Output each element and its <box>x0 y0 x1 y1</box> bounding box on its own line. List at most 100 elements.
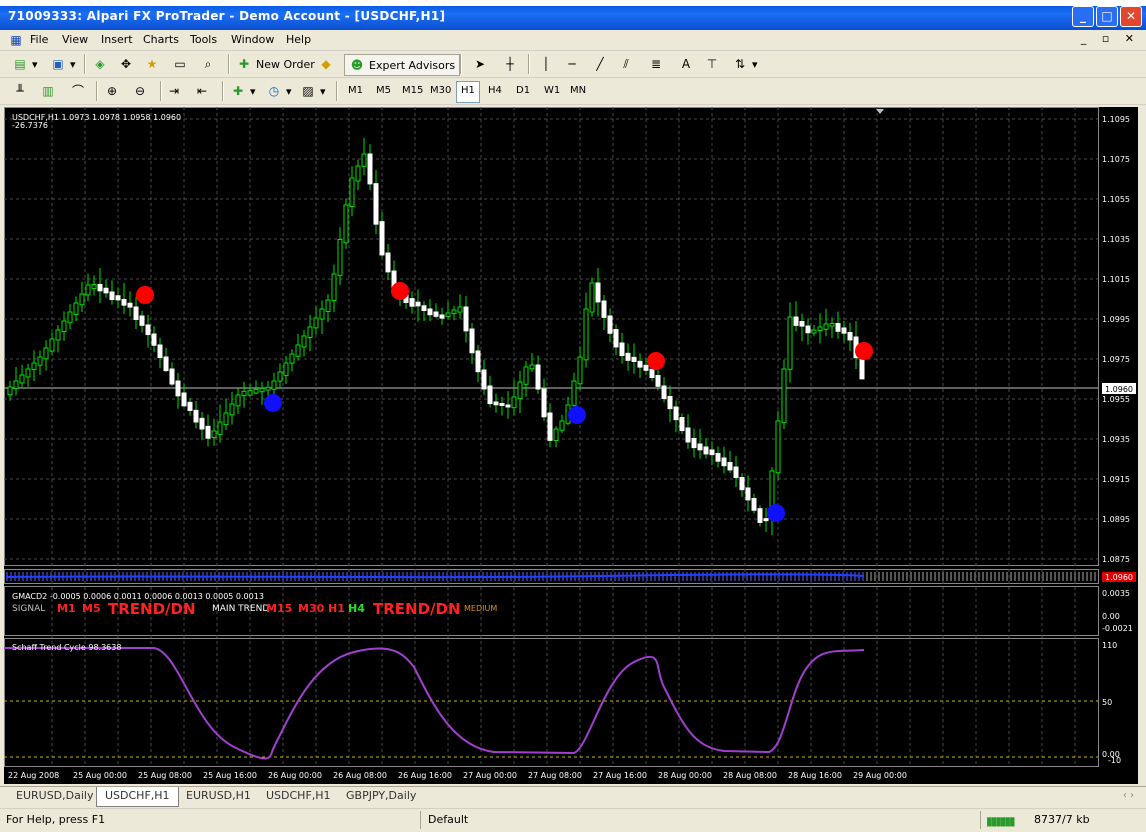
arrows-tool[interactable]: ⇅ ▾ <box>732 54 758 74</box>
vertical-line-tool[interactable]: │ <box>538 54 554 74</box>
app-icon[interactable]: ▦ <box>8 32 24 48</box>
line-chart-button[interactable]: ⌒ <box>70 81 86 101</box>
candle-body <box>847 332 853 341</box>
menu-tools[interactable]: Tools <box>190 33 217 46</box>
candle-body <box>757 508 763 523</box>
strip-bar <box>874 572 876 581</box>
candle-body <box>487 385 493 405</box>
candle-body <box>91 284 97 289</box>
market-watch-button[interactable]: ◈ <box>92 54 108 74</box>
minimize-button[interactable]: _ <box>1072 6 1094 27</box>
channel-tool[interactable]: ⫽ <box>618 54 634 74</box>
chart-canvas[interactable]: USDCHF,H1 1.0973 1.0978 1.0958 1.0960 -2… <box>4 107 1138 784</box>
candle-body <box>433 311 439 317</box>
sell-signal-dot <box>647 352 665 370</box>
strip-bar <box>662 572 664 581</box>
bar-chart-button[interactable]: ╨ <box>12 81 28 101</box>
strip-bar <box>910 572 912 581</box>
terminal-button[interactable]: ▭ <box>172 54 188 74</box>
timeframe-w1[interactable]: W1 <box>540 81 564 101</box>
candle-body <box>13 380 19 390</box>
stc-tick-neg10: -10 <box>1108 756 1121 765</box>
chart-window[interactable]: USDCHF,H1 1.0973 1.0978 1.0958 1.0960 -2… <box>4 107 1138 784</box>
strip-bar <box>986 572 988 581</box>
strip-bar <box>1058 572 1060 581</box>
mdi-controls[interactable]: _ ▫ ✕ <box>1081 32 1140 45</box>
gmacd-m30: M30 <box>298 602 325 615</box>
time-axis-label: 27 Aug 00:00 <box>463 771 517 780</box>
timeframe-m5[interactable]: M5 <box>372 81 395 101</box>
status-bar: For Help, press F1 Default ▮▮▮▮▮▮ 8737/7… <box>0 808 1146 832</box>
timeframe-m1[interactable]: M1 <box>344 81 367 101</box>
candle-body <box>481 369 487 390</box>
price-pane-border <box>4 107 1099 566</box>
text-tool[interactable]: A <box>678 54 694 74</box>
strip-bar <box>670 572 672 581</box>
timeframe-h1[interactable]: H1 <box>456 81 480 103</box>
buy-signal-dot <box>568 406 586 424</box>
menu-charts[interactable]: Charts <box>143 33 179 46</box>
price-tick: 1.0875 <box>1102 555 1130 564</box>
strip-bar <box>722 572 724 581</box>
timeframe-h4[interactable]: H4 <box>484 81 506 101</box>
strip-bar <box>990 572 992 581</box>
candlestick-button[interactable]: ▥ <box>40 81 56 101</box>
expert-advisors-button[interactable]: ☻ Expert Advisors <box>344 54 461 76</box>
menu-view[interactable]: View <box>62 33 88 46</box>
chart-shift-button[interactable]: ⇤ <box>194 81 210 101</box>
candle-body <box>139 315 145 326</box>
text-label-icon: ⊤ <box>706 57 718 71</box>
navigator-button[interactable]: ★ <box>144 54 160 74</box>
metaeditor-button[interactable]: ◆ <box>318 54 334 74</box>
candle-body <box>643 364 649 371</box>
crosshair-tool[interactable]: ┼ <box>502 54 518 74</box>
indicators-button[interactable]: ✚ ▾ <box>230 81 256 101</box>
cursor-tool[interactable]: ➤ <box>472 54 488 74</box>
horizontal-line-tool[interactable]: ─ <box>564 54 580 74</box>
timeframe-mn[interactable]: MN <box>566 81 590 101</box>
tab-eurusd-daily[interactable]: EURUSD,Daily <box>8 787 101 806</box>
crosshair-icon: ✥ <box>120 57 132 71</box>
strip-bar <box>694 572 696 581</box>
candle-body <box>193 409 199 423</box>
menu-help[interactable]: Help <box>286 33 311 46</box>
profiles-button[interactable]: ▣ ▾ <box>50 54 75 74</box>
candle-body <box>679 417 685 432</box>
strategy-tester-button[interactable]: ⌕ <box>200 54 216 74</box>
menu-insert[interactable]: Insert <box>101 33 133 46</box>
candle-body <box>271 380 277 390</box>
tab-usdchf-h1[interactable]: USDCHF,H1 <box>96 787 179 807</box>
strip-bar <box>1070 572 1072 581</box>
price-tick: 1.0915 <box>1102 475 1130 484</box>
candle-body <box>805 325 811 334</box>
maximize-button[interactable]: □ <box>1096 6 1118 27</box>
strip-bar <box>926 572 928 581</box>
tab-eurusd-h1[interactable]: EURUSD,H1 <box>178 787 259 806</box>
text-label-tool[interactable]: ⊤ <box>704 54 720 74</box>
candle-body <box>7 386 13 396</box>
menu-window[interactable]: Window <box>231 33 274 46</box>
strip-bar <box>918 572 920 581</box>
timeframe-m30[interactable]: M30 <box>426 81 455 101</box>
tab-gbpjpy-daily[interactable]: GBPJPY,Daily <box>338 787 424 806</box>
zoom-in-button[interactable]: ⊕ <box>104 81 120 101</box>
candle-body <box>379 221 385 256</box>
fibonacci-tool[interactable]: ≣ <box>648 54 664 74</box>
price-tick: 1.0955 <box>1102 395 1130 404</box>
tab-scroll-arrows[interactable]: ‹ › <box>1123 790 1134 801</box>
terminal-icon: ▭ <box>174 57 186 71</box>
zoom-out-button[interactable]: ⊖ <box>132 81 148 101</box>
templates-button[interactable]: ▨ ▾ <box>300 81 325 101</box>
strip-bar <box>718 572 720 581</box>
periods-button[interactable]: ◷ ▾ <box>266 81 292 101</box>
close-button[interactable]: ✕ <box>1120 6 1142 27</box>
timeframe-d1[interactable]: D1 <box>512 81 534 101</box>
tab-usdchf-h1-2[interactable]: USDCHF,H1 <box>258 787 339 806</box>
new-chart-button[interactable]: ▤ ▾ <box>12 54 37 74</box>
trendline-tool[interactable]: ╱ <box>592 54 608 74</box>
data-window-button[interactable]: ✥ <box>118 54 134 74</box>
new-order-button[interactable]: ✚ New Order <box>236 54 315 74</box>
timeframe-m15[interactable]: M15 <box>398 81 427 101</box>
menu-file[interactable]: File <box>30 33 48 46</box>
autoscroll-button[interactable]: ⇥ <box>166 81 182 101</box>
